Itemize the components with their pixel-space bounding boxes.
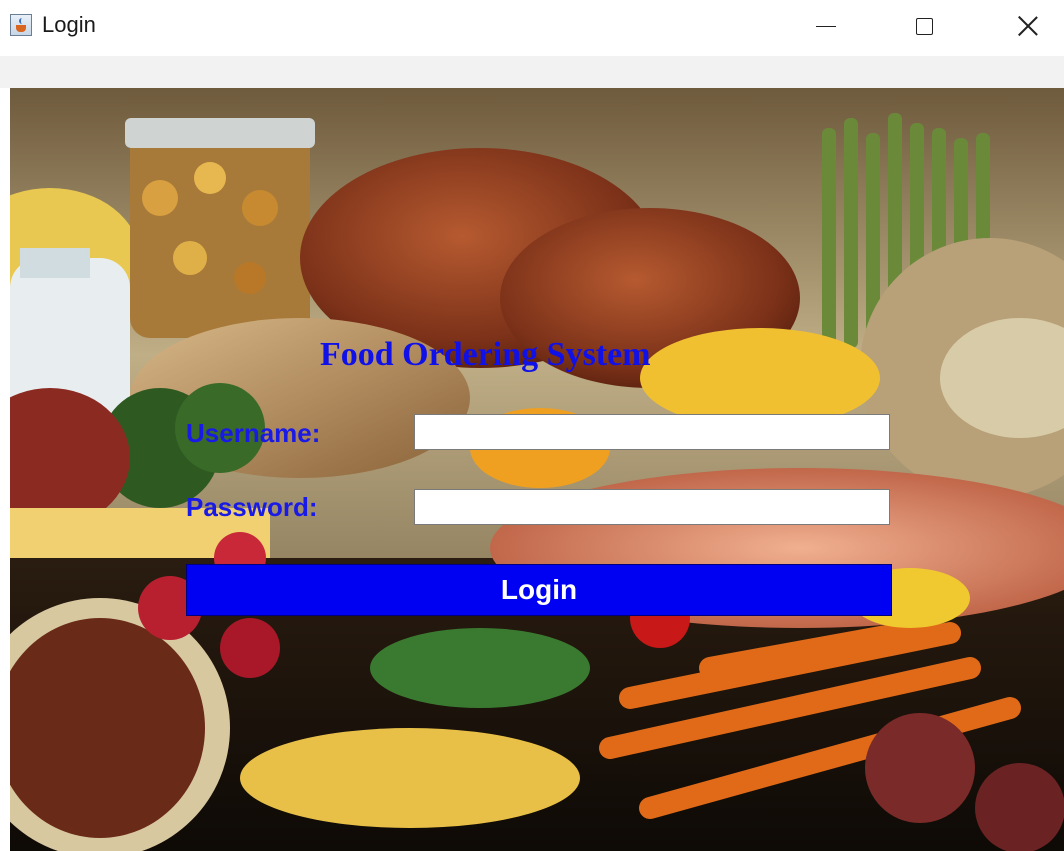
close-icon [1017, 15, 1039, 37]
password-label: Password: [186, 492, 318, 522]
login-panel: Food Ordering System Username: Password:… [10, 88, 1064, 851]
close-button[interactable] [998, 0, 1058, 52]
minimize-icon [816, 25, 836, 27]
login-button[interactable]: Login [186, 564, 892, 616]
menu-strip [0, 56, 1064, 88]
title-bar[interactable]: Login [0, 0, 1064, 56]
app-heading: Food Ordering System [320, 336, 651, 373]
login-window: Login Food Ordering System Username: Pas… [0, 0, 1064, 851]
food-background-image [10, 88, 1064, 851]
username-input[interactable] [414, 414, 890, 450]
java-cup-icon [10, 14, 32, 36]
username-label: Username: [186, 418, 321, 448]
maximize-button[interactable] [894, 0, 954, 52]
maximize-icon [915, 17, 933, 35]
window-title: Login [42, 12, 96, 37]
minimize-button[interactable] [796, 0, 856, 52]
password-input[interactable] [414, 489, 890, 525]
